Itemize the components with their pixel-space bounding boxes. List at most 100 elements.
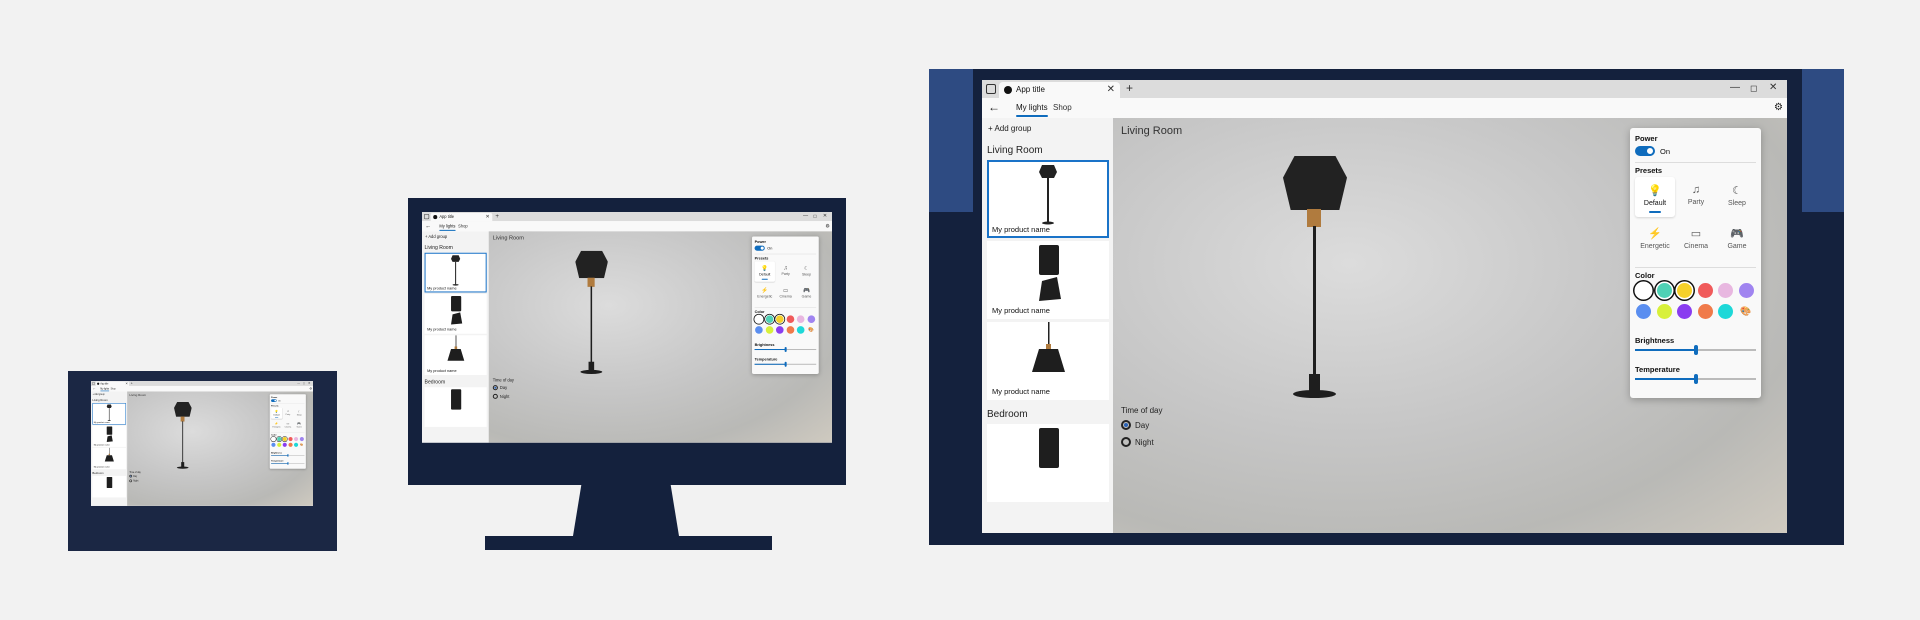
add-group-button[interactable]: + Add group bbox=[425, 234, 447, 239]
power-toggle[interactable] bbox=[271, 399, 277, 402]
maximize-button[interactable]: ◻ bbox=[1750, 83, 1757, 94]
brightness-slider[interactable] bbox=[754, 346, 817, 353]
preset-game[interactable]: 🎮 Game bbox=[1717, 220, 1757, 260]
product-card-floor-lamp[interactable]: My product name bbox=[92, 403, 127, 425]
close-tab-icon[interactable]: ✕ bbox=[485, 214, 489, 220]
radio-night[interactable] bbox=[1121, 437, 1131, 447]
add-group-button[interactable]: + Add group bbox=[93, 393, 105, 395]
power-toggle[interactable] bbox=[754, 245, 765, 251]
color-swatch[interactable] bbox=[755, 315, 763, 324]
preset-cinema[interactable]: ▭ Cinema bbox=[1676, 220, 1716, 260]
color-swatch[interactable] bbox=[277, 436, 282, 442]
temperature-slider[interactable] bbox=[1635, 374, 1756, 384]
product-card-floor-lamp[interactable]: My product name bbox=[987, 160, 1109, 238]
tab-shop[interactable]: Shop bbox=[111, 387, 116, 389]
close-tab-icon[interactable]: ✕ bbox=[125, 382, 127, 385]
palette-icon[interactable]: 🎨 bbox=[1739, 304, 1754, 319]
preset-party[interactable]: ♫ Party bbox=[282, 408, 293, 419]
maximize-button[interactable]: ◻ bbox=[303, 382, 305, 385]
preset-party[interactable]: ♫ Party bbox=[1676, 177, 1716, 217]
product-card-hanging-lamp[interactable]: My product name bbox=[92, 447, 127, 470]
color-swatch[interactable] bbox=[765, 326, 774, 334]
brightness-thumb[interactable] bbox=[1693, 345, 1698, 355]
tab-my-lights[interactable]: My lights bbox=[439, 224, 455, 231]
radio-day[interactable] bbox=[129, 474, 133, 478]
color-swatch[interactable] bbox=[1718, 304, 1733, 319]
temperature-thumb[interactable] bbox=[1693, 374, 1698, 384]
minimize-button[interactable]: — bbox=[803, 213, 808, 219]
color-swatch[interactable] bbox=[1697, 283, 1713, 298]
color-swatch[interactable] bbox=[288, 442, 293, 447]
close-button[interactable]: ✕ bbox=[1769, 82, 1777, 93]
brightness-slider[interactable] bbox=[1635, 345, 1756, 355]
temperature-thumb[interactable] bbox=[287, 462, 289, 465]
back-arrow-icon[interactable]: ← bbox=[425, 222, 431, 229]
tab-shop[interactable]: Shop bbox=[458, 224, 468, 229]
preset-game[interactable]: 🎮 Game bbox=[294, 420, 305, 431]
preset-default[interactable]: 💡 Default bbox=[271, 407, 283, 419]
close-button[interactable]: ✕ bbox=[308, 382, 310, 385]
product-card-floor-lamp[interactable]: My product name bbox=[424, 252, 487, 293]
product-card-hanging-lamp[interactable]: My product name bbox=[424, 335, 487, 375]
color-swatch[interactable] bbox=[1636, 304, 1651, 319]
gear-icon[interactable]: ⚙ bbox=[825, 223, 830, 229]
close-button[interactable]: ✕ bbox=[823, 213, 827, 219]
palette-icon[interactable]: 🎨 bbox=[300, 443, 304, 447]
product-card-bedside-lamp[interactable]: My product name bbox=[92, 425, 127, 447]
color-swatch[interactable] bbox=[1636, 283, 1651, 298]
preset-sleep[interactable]: ☾ Sleep bbox=[294, 408, 305, 419]
maximize-button[interactable]: ◻ bbox=[813, 214, 817, 220]
color-swatch[interactable] bbox=[775, 326, 784, 334]
preset-cinema[interactable]: ▭ Cinema bbox=[282, 420, 293, 431]
color-swatch[interactable] bbox=[786, 315, 795, 324]
color-swatch[interactable] bbox=[1656, 283, 1672, 298]
color-swatch[interactable] bbox=[1718, 283, 1733, 298]
color-swatch[interactable] bbox=[288, 436, 293, 442]
back-arrow-icon[interactable]: ← bbox=[93, 387, 96, 391]
tab-shop[interactable]: Shop bbox=[1053, 103, 1072, 112]
color-swatch[interactable] bbox=[1656, 304, 1672, 319]
temperature-slider[interactable] bbox=[754, 361, 817, 367]
color-swatch[interactable] bbox=[282, 436, 287, 442]
product-card-bedroom[interactable] bbox=[424, 387, 487, 427]
product-card-bedside-lamp[interactable]: My product name bbox=[424, 293, 487, 334]
new-tab-icon[interactable]: + bbox=[131, 381, 133, 385]
preset-sleep[interactable]: ☾ Sleep bbox=[796, 261, 816, 281]
product-card-bedroom[interactable] bbox=[987, 424, 1109, 502]
radio-day[interactable] bbox=[492, 385, 498, 391]
radio-day[interactable] bbox=[1121, 420, 1131, 430]
color-swatch[interactable] bbox=[293, 442, 299, 447]
color-swatch[interactable] bbox=[299, 436, 304, 442]
color-swatch[interactable] bbox=[282, 442, 287, 447]
palette-icon[interactable]: 🎨 bbox=[807, 326, 815, 334]
temperature-slider[interactable] bbox=[271, 462, 305, 465]
preset-game[interactable]: 🎮 Game bbox=[796, 283, 816, 303]
product-card-hanging-lamp[interactable]: My product name bbox=[987, 322, 1109, 400]
preset-energetic[interactable]: ⚡ Energetic bbox=[1635, 220, 1675, 260]
close-tab-icon[interactable]: ✕ bbox=[1107, 84, 1115, 95]
color-swatch[interactable] bbox=[765, 315, 774, 324]
back-arrow-icon[interactable]: ← bbox=[988, 100, 1000, 114]
color-swatch[interactable] bbox=[271, 442, 276, 447]
radio-night[interactable] bbox=[129, 479, 133, 483]
preset-default[interactable]: 💡 Default bbox=[1635, 177, 1675, 217]
gear-icon[interactable]: ⚙ bbox=[309, 387, 311, 390]
color-swatch[interactable] bbox=[1677, 304, 1692, 319]
gear-icon[interactable]: ⚙ bbox=[1774, 102, 1783, 113]
preset-cinema[interactable]: ▭ Cinema bbox=[775, 283, 795, 303]
brightness-thumb[interactable] bbox=[784, 346, 787, 353]
tab-my-lights[interactable]: My lights bbox=[1016, 103, 1048, 117]
color-swatch[interactable] bbox=[277, 442, 282, 447]
color-swatch[interactable] bbox=[1738, 283, 1754, 298]
preset-default[interactable]: 💡 Default bbox=[754, 261, 775, 282]
temperature-thumb[interactable] bbox=[784, 361, 787, 367]
browser-tab[interactable]: App title ✕ bbox=[999, 82, 1120, 98]
color-swatch[interactable] bbox=[271, 436, 276, 442]
preset-party[interactable]: ♫ Party bbox=[775, 261, 795, 281]
color-swatch[interactable] bbox=[1697, 304, 1713, 319]
new-tab-icon[interactable]: + bbox=[1126, 81, 1133, 95]
color-swatch[interactable] bbox=[775, 315, 784, 324]
product-card-bedside-lamp[interactable]: My product name bbox=[987, 241, 1109, 319]
preset-sleep[interactable]: ☾ Sleep bbox=[1717, 177, 1757, 217]
color-swatch[interactable] bbox=[796, 315, 805, 324]
